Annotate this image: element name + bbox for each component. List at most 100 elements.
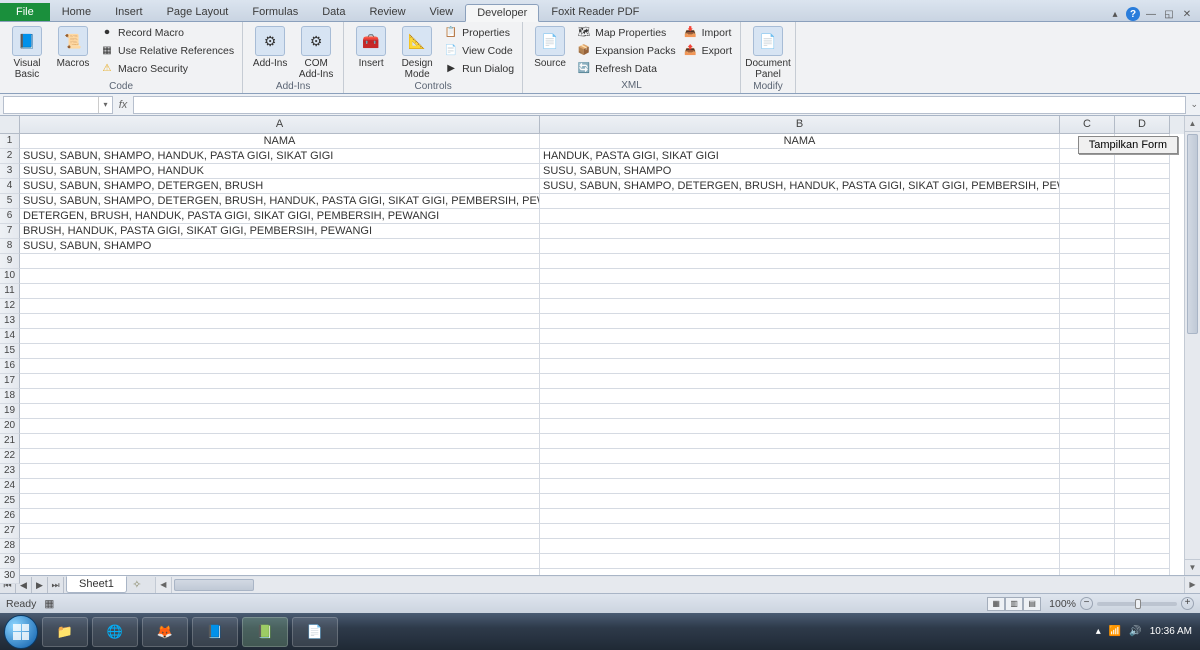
scroll-down-icon[interactable]: ▼ xyxy=(1185,559,1200,575)
cell[interactable] xyxy=(540,524,1060,539)
properties-button[interactable]: 📋Properties xyxy=(442,24,516,41)
cell[interactable]: NAMA xyxy=(540,134,1060,149)
row-header[interactable]: 24 xyxy=(0,479,20,494)
cell[interactable] xyxy=(1115,314,1170,329)
relative-refs-button[interactable]: ▦Use Relative References xyxy=(98,42,236,59)
window-close-icon[interactable]: ✕ xyxy=(1180,7,1194,21)
cell[interactable]: SUSU, SABUN, SHAMPO, DETERGEN, BRUSH xyxy=(20,179,540,194)
row-header[interactable]: 25 xyxy=(0,494,20,509)
formula-expand-icon[interactable]: ⌄ xyxy=(1190,99,1198,110)
taskbar-app-other[interactable]: 📄 xyxy=(292,617,338,647)
cell[interactable] xyxy=(20,344,540,359)
addins-button[interactable]: ⚙ Add-Ins xyxy=(249,24,291,69)
cell[interactable] xyxy=(1115,524,1170,539)
expansion-packs-button[interactable]: 📦Expansion Packs xyxy=(575,42,678,59)
cells-area[interactable]: NAMANAMASUSU, SABUN, SHAMPO, HANDUK, PAS… xyxy=(20,134,1184,575)
cell[interactable] xyxy=(20,479,540,494)
row-header[interactable]: 13 xyxy=(0,314,20,329)
com-addins-button[interactable]: ⚙ COM Add-Ins xyxy=(295,24,337,80)
cell[interactable] xyxy=(1115,509,1170,524)
select-all-corner[interactable] xyxy=(0,116,20,134)
macro-indicator-icon[interactable]: ▦ xyxy=(44,598,54,610)
cell[interactable] xyxy=(1060,224,1115,239)
cell[interactable] xyxy=(20,464,540,479)
cell[interactable] xyxy=(1115,224,1170,239)
row-header[interactable]: 6 xyxy=(0,209,20,224)
cell[interactable] xyxy=(540,209,1060,224)
window-restore-icon[interactable]: ◱ xyxy=(1162,7,1176,21)
row-header[interactable]: 17 xyxy=(0,374,20,389)
horizontal-scrollbar[interactable]: ◀ ▶ xyxy=(155,577,1200,593)
cell[interactable] xyxy=(1060,299,1115,314)
cell[interactable] xyxy=(1060,254,1115,269)
row-header[interactable]: 10 xyxy=(0,269,20,284)
row-header[interactable]: 27 xyxy=(0,524,20,539)
cell[interactable] xyxy=(20,269,540,284)
tampilkan-form-button[interactable]: Tampilkan Form xyxy=(1078,136,1178,154)
cell[interactable] xyxy=(1115,359,1170,374)
cell[interactable] xyxy=(540,359,1060,374)
cell[interactable] xyxy=(20,524,540,539)
taskbar-app-excel[interactable]: 📗 xyxy=(242,617,288,647)
cell[interactable] xyxy=(1115,239,1170,254)
cell[interactable] xyxy=(20,554,540,569)
cell[interactable] xyxy=(20,509,540,524)
tab-review[interactable]: Review xyxy=(357,3,417,21)
tab-developer[interactable]: Developer xyxy=(465,4,539,22)
cell[interactable] xyxy=(540,269,1060,284)
cell[interactable] xyxy=(540,464,1060,479)
taskbar-app-word[interactable]: 📘 xyxy=(192,617,238,647)
cell[interactable] xyxy=(1115,164,1170,179)
taskbar-app-browser[interactable]: 🦊 xyxy=(142,617,188,647)
row-header[interactable]: 21 xyxy=(0,434,20,449)
cell[interactable] xyxy=(1115,434,1170,449)
cell[interactable] xyxy=(1115,479,1170,494)
name-box-dropdown-icon[interactable]: ▾ xyxy=(98,97,112,113)
row-header[interactable]: 11 xyxy=(0,284,20,299)
row-header[interactable]: 7 xyxy=(0,224,20,239)
hscroll-thumb[interactable] xyxy=(174,579,254,591)
cell[interactable]: HANDUK, PASTA GIGI, SIKAT GIGI xyxy=(540,149,1060,164)
refresh-data-button[interactable]: 🔄Refresh Data xyxy=(575,60,678,77)
row-header[interactable]: 9 xyxy=(0,254,20,269)
fx-icon[interactable]: fx xyxy=(113,99,133,111)
cell[interactable] xyxy=(20,254,540,269)
cell[interactable] xyxy=(1060,284,1115,299)
zoom-out-icon[interactable]: − xyxy=(1080,597,1093,610)
cell[interactable] xyxy=(540,239,1060,254)
cell[interactable] xyxy=(1060,509,1115,524)
ribbon-minimize-icon[interactable]: ▴ xyxy=(1108,7,1122,21)
cell[interactable]: SUSU, SABUN, SHAMPO, HANDUK xyxy=(20,164,540,179)
cell[interactable] xyxy=(540,194,1060,209)
cell[interactable] xyxy=(1115,449,1170,464)
cell[interactable] xyxy=(540,284,1060,299)
tab-insert[interactable]: Insert xyxy=(103,3,155,21)
macro-security-button[interactable]: ⚠Macro Security xyxy=(98,60,236,77)
cell[interactable] xyxy=(20,434,540,449)
cell[interactable] xyxy=(1060,524,1115,539)
cell[interactable]: DETERGEN, BRUSH, HANDUK, PASTA GIGI, SIK… xyxy=(20,209,540,224)
cell[interactable] xyxy=(1060,359,1115,374)
col-header-d[interactable]: D xyxy=(1115,116,1170,134)
tray-clock[interactable]: 10:36 AM xyxy=(1150,626,1196,637)
row-header[interactable]: 18 xyxy=(0,389,20,404)
cell[interactable]: SUSU, SABUN, SHAMPO, DETERGEN, BRUSH, HA… xyxy=(540,179,1060,194)
cell[interactable] xyxy=(1060,449,1115,464)
cell[interactable] xyxy=(20,569,540,575)
zoom-in-icon[interactable]: + xyxy=(1181,597,1194,610)
cell[interactable] xyxy=(540,494,1060,509)
tab-formulas[interactable]: Formulas xyxy=(240,3,310,21)
help-icon[interactable]: ? xyxy=(1126,7,1140,21)
cell[interactable] xyxy=(1115,329,1170,344)
cell[interactable] xyxy=(20,284,540,299)
row-header[interactable]: 8 xyxy=(0,239,20,254)
scroll-left-icon[interactable]: ◀ xyxy=(156,577,172,593)
cell[interactable] xyxy=(1060,464,1115,479)
tab-page-layout[interactable]: Page Layout xyxy=(155,3,241,21)
tab-view[interactable]: View xyxy=(418,3,466,21)
map-properties-button[interactable]: 🗺Map Properties xyxy=(575,24,678,41)
tray-expand-icon[interactable]: ▴ xyxy=(1096,626,1101,637)
cell[interactable]: SUSU, SABUN, SHAMPO xyxy=(540,164,1060,179)
row-header[interactable]: 19 xyxy=(0,404,20,419)
taskbar-app-chrome[interactable]: 🌐 xyxy=(92,617,138,647)
